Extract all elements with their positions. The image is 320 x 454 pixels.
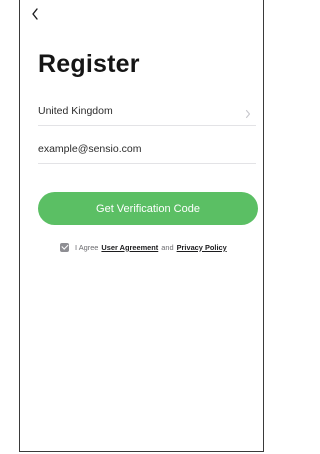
agree-prefix: I Agree xyxy=(75,242,99,252)
phone-screen: Register United Kingdom example@sensio.c… xyxy=(19,0,264,452)
get-verification-code-button[interactable]: Get Verification Code xyxy=(38,192,258,225)
country-value: United Kingdom xyxy=(38,104,113,117)
agreement-row: I Agree User Agreement and Privacy Polic… xyxy=(60,240,265,254)
agree-checkbox[interactable] xyxy=(60,242,69,252)
page-title: Register xyxy=(38,50,140,78)
email-field[interactable]: example@sensio.com xyxy=(38,134,256,164)
chevron-left-icon xyxy=(30,6,46,22)
back-button[interactable] xyxy=(30,6,46,24)
privacy-policy-link[interactable]: Privacy Policy xyxy=(177,243,227,252)
agree-and-text: and xyxy=(161,242,174,252)
user-agreement-link[interactable]: User Agreement xyxy=(101,243,158,252)
country-selector[interactable]: United Kingdom xyxy=(38,96,256,126)
email-value: example@sensio.com xyxy=(38,142,142,155)
chevron-right-icon xyxy=(244,106,252,118)
